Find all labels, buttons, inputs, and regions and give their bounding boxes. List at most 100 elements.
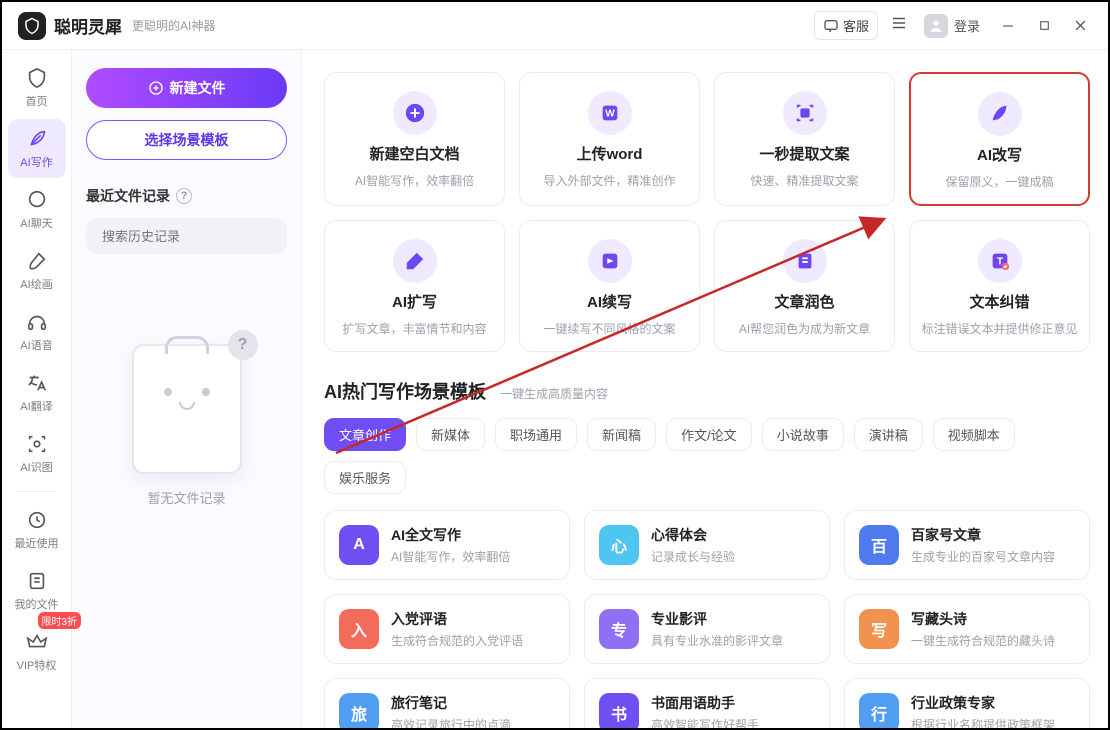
section-subheading: 一键生成高质量内容 [500,385,608,402]
help-icon[interactable]: ? [176,188,192,204]
template-card[interactable]: 写写藏头诗一键生成符合规范的藏头诗 [844,594,1090,664]
template-subtitle: 生成符合规范的入党评语 [391,632,523,649]
section-title: AI热门写作场景模板 一键生成高质量内容 [324,378,1090,404]
category-tag[interactable]: 演讲稿 [854,418,923,451]
template-icon: 专 [599,609,639,649]
hamburger-menu-button[interactable] [884,10,914,41]
tool-card-correct[interactable]: T文本纠错标注错误文本并提供修正意见 [909,220,1090,352]
file-icon [25,569,49,593]
template-card[interactable]: 专专业影评具有专业水准的影评文章 [584,594,830,664]
chat-icon [25,188,49,212]
nav-ai-writing[interactable]: AI写作 [8,119,66,178]
close-button[interactable] [1062,10,1098,42]
continue-icon [588,239,632,283]
template-subtitle: 根据行业名称提供政策框架 [911,716,1055,728]
avatar-icon[interactable] [924,14,948,38]
expand-icon [393,239,437,283]
tool-subtitle: 保留原义，一键成稿 [945,173,1053,190]
template-icon: 行 [859,693,899,728]
template-card[interactable]: 入入党评语生成符合规范的入党评语 [324,594,570,664]
category-tag[interactable]: 新闻稿 [587,418,656,451]
correct-icon: T [978,239,1022,283]
tool-card-extract[interactable]: 一秒提取文案快速、精准提取文案 [714,72,895,206]
template-icon: 入 [339,609,379,649]
tool-card-plus[interactable]: 新建空白文档AI智能写作，效率翻倍 [324,72,505,206]
feather-icon [25,127,49,151]
template-card[interactable]: 心心得体会记录成长与经验 [584,510,830,580]
tool-card-expand[interactable]: AI扩写扩写文章，丰富情节和内容 [324,220,505,352]
headphone-icon [25,310,49,334]
nav-ai-image-detect[interactable]: AI识图 [8,424,66,483]
template-card[interactable]: 行行业政策专家根据行业名称提供政策框架 [844,678,1090,728]
template-title: 书面用语助手 [651,693,759,713]
nav-label: 首页 [26,93,48,109]
nav-label: AI写作 [20,154,52,170]
template-icon: A [339,525,379,565]
tool-title: 文章润色 [774,291,834,312]
tool-card-polish[interactable]: 文章润色 AI帮您润色为成为新文章 [714,220,895,352]
template-title: 旅行笔记 [391,693,511,713]
maximize-button[interactable] [1026,10,1062,42]
nav-ai-translate[interactable]: AI翻译 [8,363,66,422]
scan-icon [25,432,49,456]
category-tag[interactable]: 小说故事 [762,418,844,451]
template-card[interactable]: 旅旅行笔记高效记录旅行中的点滴 [324,678,570,728]
nav-label: AI聊天 [20,215,52,231]
template-icon: 百 [859,525,899,565]
nav-ai-drawing[interactable]: AI绘画 [8,241,66,300]
login-button[interactable]: 登录 [954,16,980,35]
template-title: 入党评语 [391,609,523,629]
template-title: 行业政策专家 [911,693,1055,713]
category-tag[interactable]: 文章创作 [324,418,406,451]
nav-ai-voice[interactable]: AI语音 [8,302,66,361]
nav-label: AI翻译 [20,398,52,414]
tool-subtitle: 一键续写不同风格的文案 [543,320,675,337]
empty-text: 暂无文件记录 [147,488,225,507]
vip-promo-badge: 限时3折 [38,612,82,629]
template-title: 心得体会 [651,525,735,545]
template-icon: 旅 [339,693,379,728]
template-icon: 书 [599,693,639,728]
home-icon [25,66,49,90]
category-tag[interactable]: 职场通用 [495,418,577,451]
plus-circle-icon [148,80,164,96]
template-title: 专业影评 [651,609,783,629]
tool-card-rewrite[interactable]: AI改写保留原义，一键成稿 [909,72,1090,206]
app-tagline: 更聪明的AI神器 [132,17,215,34]
template-icon: 写 [859,609,899,649]
app-logo-icon [18,12,46,40]
nav-ai-chat[interactable]: AI聊天 [8,180,66,239]
section-heading: AI热门写作场景模板 [324,378,486,404]
category-tag[interactable]: 视频脚本 [933,418,1015,451]
nav-label: 我的文件 [15,596,59,612]
new-file-button[interactable]: 新建文件 [86,68,287,108]
tool-subtitle: 快速、精准提取文案 [750,172,858,189]
nav-vip[interactable]: 限时3折 VIP特权 [8,622,66,681]
nav-label: 最近使用 [15,535,59,551]
category-tags: 文章创作新媒体职场通用新闻稿作文/论文小说故事演讲稿视频脚本娱乐服务 [324,418,1090,494]
template-card[interactable]: 书书面用语助手高效智能写作好帮手 [584,678,830,728]
template-title: 百家号文章 [911,525,1055,545]
tool-title: AI改写 [977,144,1022,165]
minimize-button[interactable] [990,10,1026,42]
search-input[interactable] [102,229,278,244]
choose-template-button[interactable]: 选择场景模板 [86,120,287,160]
customer-service-button[interactable]: 客服 [814,11,878,40]
category-tag[interactable]: 作文/论文 [666,418,752,451]
template-card[interactable]: 百百家号文章生成专业的百家号文章内容 [844,510,1090,580]
template-title: 写藏头诗 [911,609,1055,629]
template-card[interactable]: AAI全文写作AI智能写作，效率翻倍 [324,510,570,580]
category-tag[interactable]: 娱乐服务 [324,461,406,494]
extract-icon [783,91,827,135]
nav-recent[interactable]: 最近使用 [8,500,66,559]
tool-title: 新建空白文档 [369,143,459,164]
translate-icon [25,371,49,395]
category-tag[interactable]: 新媒体 [416,418,485,451]
search-box[interactable] [86,218,287,254]
nav-home[interactable]: 首页 [8,58,66,117]
tool-card-word[interactable]: W上传word导入外部文件，精准创作 [519,72,700,206]
brush-icon [25,249,49,273]
tool-subtitle: AI帮您润色为成为新文章 [739,320,870,337]
tool-card-continue[interactable]: AI续写一键续写不同风格的文案 [519,220,700,352]
polish-icon [783,239,827,283]
